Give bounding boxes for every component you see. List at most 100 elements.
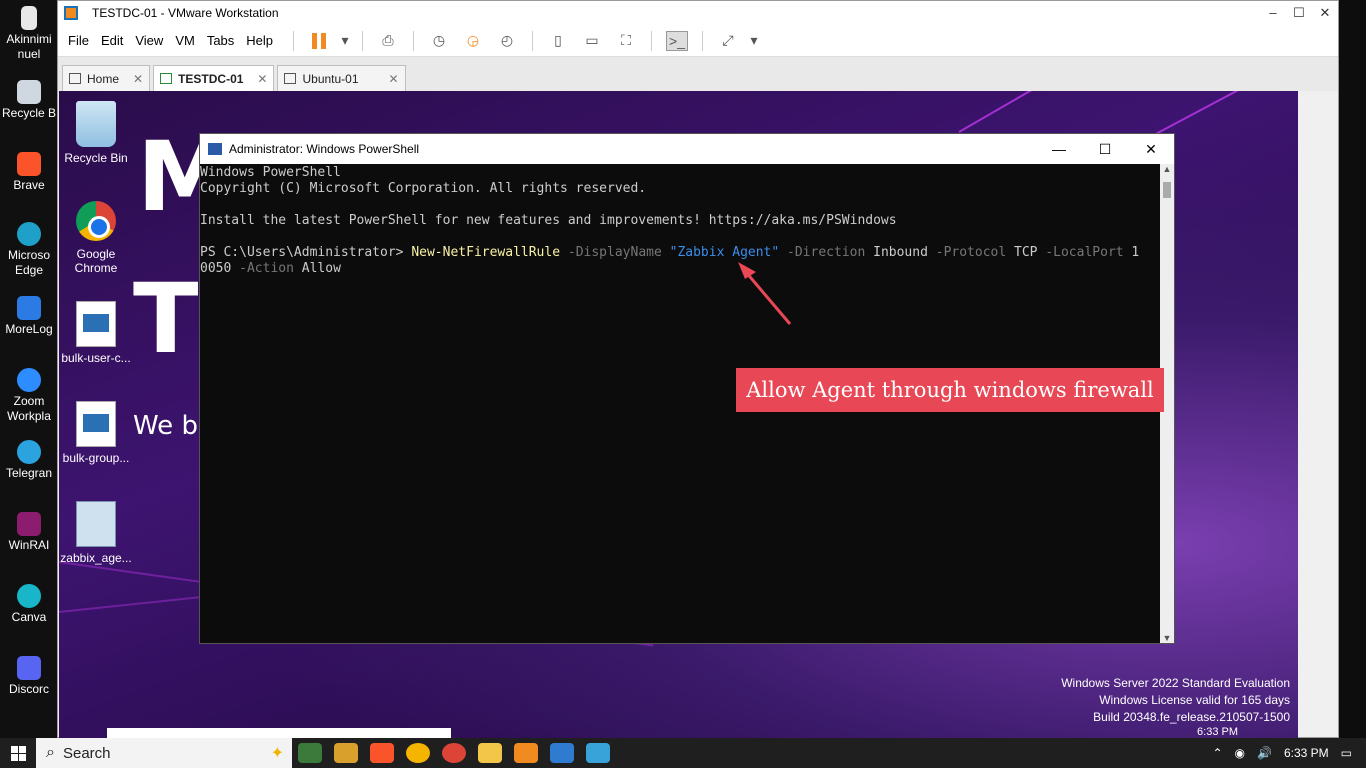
close-tab-icon[interactable]: ✕ <box>133 72 143 86</box>
host-icon-telegram[interactable]: Telegran <box>0 440 58 481</box>
guest-icon-recycle-bin[interactable]: Recycle Bin <box>59 101 138 165</box>
home-icon <box>69 73 81 84</box>
host-icon-zoom[interactable]: Zoom Workpla <box>0 368 58 424</box>
host-icon-winrar[interactable]: WinRAI <box>0 512 58 553</box>
chevron-up-icon[interactable]: ⌃ <box>1212 746 1222 760</box>
pause-button[interactable] <box>308 31 330 51</box>
tab-ubuntu-01[interactable]: Ubuntu-01 ✕ <box>277 65 406 91</box>
guest-icon-bulk-user-script[interactable]: bulk-user-c... <box>59 301 138 365</box>
speaker-icon[interactable]: 🔊 <box>1257 746 1272 760</box>
maximize-button[interactable]: ☐ <box>1286 5 1312 21</box>
search-placeholder: Search <box>62 744 111 762</box>
toolbar-separator <box>532 30 534 51</box>
power-dropdown-button[interactable]: ▾ <box>340 31 350 51</box>
taskbar-search-box[interactable]: ⌕ Search ✦ <box>36 738 292 768</box>
vmware-icon[interactable] <box>514 743 538 763</box>
canva-icon <box>17 584 41 608</box>
full-screen-button[interactable]: ⛶ <box>615 31 637 51</box>
close-tab-icon[interactable]: ✕ <box>389 72 399 86</box>
windows-watermark: Windows Server 2022 Standard Evaluation … <box>1061 675 1290 726</box>
menu-file[interactable]: File <box>68 33 89 48</box>
windows-logo-icon <box>10 745 26 761</box>
revert-snapshot-button[interactable]: ◶ <box>462 31 484 51</box>
host-icon-recycle-bin[interactable]: Recycle B <box>0 80 58 121</box>
recycle-bin-icon <box>76 101 116 147</box>
chrome-icon[interactable] <box>406 743 430 763</box>
host-icon-user-folder[interactable]: Akinnimi nuel <box>0 6 58 62</box>
guest-taskbar-search[interactable] <box>107 728 451 738</box>
guest-clock: 6:33 PM <box>1197 726 1238 738</box>
search-icon: ⌕ <box>46 744 55 761</box>
copilot-sparkle-icon: ✦ <box>270 745 284 762</box>
tab-label: TESTDC-01 <box>178 71 244 86</box>
menu-tabs[interactable]: Tabs <box>207 33 234 48</box>
menu-help[interactable]: Help <box>246 33 273 48</box>
wallpaper-text: We b <box>133 411 198 441</box>
library-view-button[interactable]: ▯ <box>547 31 569 51</box>
close-button[interactable]: ✕ <box>1312 5 1338 21</box>
toolbar-separator <box>702 30 704 51</box>
guest-icon-zabbix-agent[interactable]: zabbix_age... <box>59 501 138 565</box>
taskbar-app-icon[interactable] <box>298 743 322 763</box>
network-icon[interactable]: ◉ <box>1235 746 1245 760</box>
guest-icon-bulk-group-script[interactable]: bulk-group... <box>59 401 138 465</box>
guest-icon-label: Recycle Bin <box>64 151 128 165</box>
host-icon-brave[interactable]: Brave <box>0 152 58 193</box>
host-icon-label: MoreLog <box>5 322 53 336</box>
host-icon-label: Recycle B <box>1 106 57 120</box>
chrome-icon[interactable] <box>442 743 466 763</box>
system-tray: ⌃ ◉ 🔊 6:33 PM ▭ <box>1206 746 1366 760</box>
close-tab-icon[interactable]: ✕ <box>257 72 267 86</box>
snapshot-button[interactable]: ◷ <box>428 31 450 51</box>
snapshot-manager-button[interactable]: ◴ <box>496 31 518 51</box>
wallpaper-text: T <box>133 263 199 375</box>
menu-view[interactable]: View <box>135 33 163 48</box>
brave-icon <box>17 152 41 176</box>
recycle-bin-icon <box>17 80 41 104</box>
powershell-script-icon <box>76 301 116 347</box>
morelogin-icon <box>17 296 41 320</box>
host-icon-edge[interactable]: Microso Edge <box>0 222 58 278</box>
host-icon-label: Brave <box>13 178 45 192</box>
host-icon-discord[interactable]: Discorc <box>0 656 58 697</box>
stretch-guest-button[interactable]: ⤢ <box>717 31 739 51</box>
tab-home[interactable]: Home ✕ <box>62 65 151 91</box>
menu-edit[interactable]: Edit <box>101 33 123 48</box>
send-ctrl-alt-del-button[interactable]: ⎙ <box>377 31 399 51</box>
guest-icon-label: Google Chrome <box>74 247 118 275</box>
brave-icon[interactable] <box>370 743 394 763</box>
host-icon-canva[interactable]: Canva <box>0 584 58 625</box>
watermark-line: Windows License valid for 165 days <box>1099 693 1290 707</box>
console-view-button[interactable]: >_ <box>666 30 689 51</box>
taskbar-app-icon[interactable] <box>550 743 574 763</box>
host-icon-morelogin[interactable]: MoreLog <box>0 296 58 337</box>
host-icon-label: Telegran <box>5 466 53 480</box>
toolbar-separator <box>413 30 415 51</box>
vmware-title-bar[interactable]: TESTDC-01 - VMware Workstation – ☐ ✕ <box>58 1 1338 25</box>
start-button[interactable] <box>0 745 36 761</box>
zoom-icon <box>17 368 41 392</box>
file-explorer-icon[interactable] <box>478 743 502 763</box>
winrar-icon <box>17 512 41 536</box>
vm-icon <box>284 73 297 84</box>
clock[interactable]: 6:33 PM <box>1284 746 1329 760</box>
taskbar-app-icon[interactable] <box>586 743 610 763</box>
host-desktop-right <box>1338 0 1366 738</box>
host-icon-label: Canva <box>11 610 47 624</box>
minimize-button[interactable]: – <box>1260 5 1286 21</box>
menu-vm[interactable]: VM <box>175 33 195 48</box>
host-icon-label: Microso Edge <box>7 248 50 277</box>
stretch-dropdown-button[interactable]: ▾ <box>749 31 759 51</box>
host-taskbar: ⌕ Search ✦ ⌃ ◉ 🔊 6:33 PM ▭ <box>0 738 1366 768</box>
taskbar-app-icon[interactable] <box>334 743 358 763</box>
guest-icon-chrome[interactable]: Google Chrome <box>59 201 138 275</box>
annotation-callout: Allow Agent through windows firewall <box>736 368 1164 412</box>
notification-icon[interactable]: ▭ <box>1341 746 1352 760</box>
toolbar-separator <box>362 30 364 51</box>
host-icon-label: Akinnimi nuel <box>6 32 52 61</box>
guest-icon-label: zabbix_age... <box>60 551 132 565</box>
thumbnail-view-button[interactable]: ▭ <box>581 31 603 51</box>
watermark-line: Windows Server 2022 Standard Evaluation <box>1061 676 1290 690</box>
host-icon-label: Zoom Workpla <box>7 394 51 423</box>
tab-testdc-01[interactable]: TESTDC-01 ✕ <box>153 65 275 91</box>
